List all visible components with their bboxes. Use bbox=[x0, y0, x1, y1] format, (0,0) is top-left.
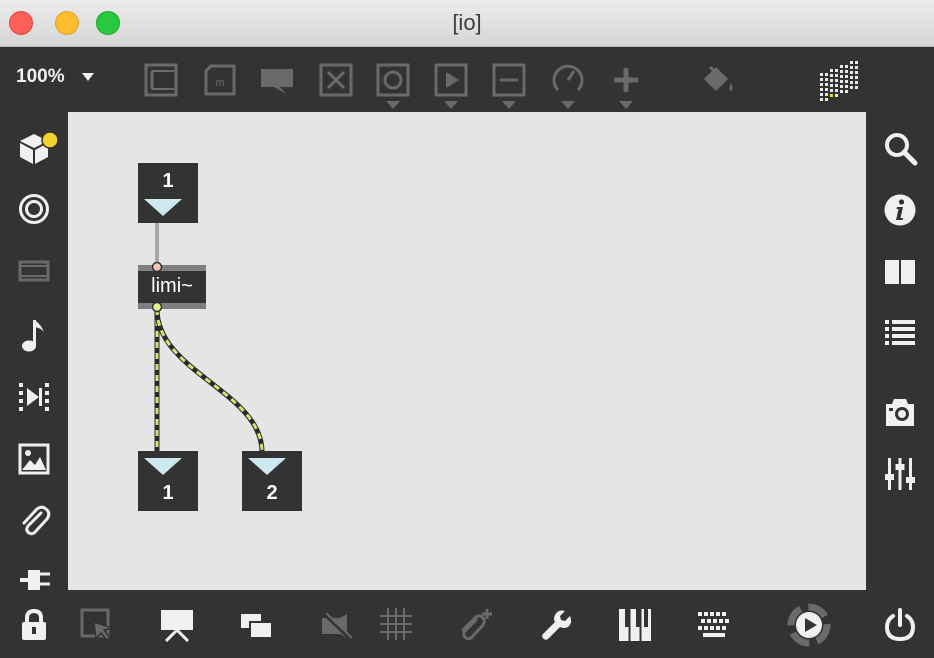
target-icon[interactable] bbox=[18, 193, 50, 225]
dial-icon[interactable] bbox=[550, 62, 586, 111]
toolbar: 100% m bbox=[0, 47, 934, 112]
limi-inlet-port bbox=[151, 261, 163, 273]
book-icon[interactable] bbox=[884, 258, 916, 286]
toggle-icon[interactable] bbox=[319, 63, 353, 97]
packages-icon[interactable] bbox=[18, 130, 60, 166]
keyboard-icon[interactable] bbox=[696, 610, 732, 640]
windows-icon[interactable] bbox=[240, 612, 274, 640]
music-note-icon[interactable] bbox=[20, 317, 48, 353]
wrench-icon[interactable] bbox=[540, 608, 574, 642]
outlet-2-label: 2 bbox=[266, 482, 278, 504]
limi-label: limi~ bbox=[151, 275, 193, 297]
mixer-icon[interactable] bbox=[884, 457, 916, 491]
film-strip-icon[interactable] bbox=[18, 258, 50, 284]
power-icon[interactable] bbox=[884, 608, 916, 642]
play-icon[interactable] bbox=[434, 63, 468, 111]
search-icon[interactable] bbox=[884, 132, 918, 166]
zoom-level[interactable]: 100% bbox=[16, 66, 65, 88]
step-play-icon[interactable] bbox=[18, 381, 50, 413]
message-box-icon[interactable]: m bbox=[203, 63, 237, 97]
title-bar: [io] bbox=[0, 0, 934, 47]
mute-icon[interactable] bbox=[320, 612, 354, 640]
paperclip-icon[interactable] bbox=[19, 503, 51, 537]
info-icon[interactable] bbox=[884, 194, 916, 226]
comment-icon[interactable] bbox=[260, 65, 294, 95]
outlet-1-label: 1 bbox=[162, 482, 174, 504]
piano-icon[interactable] bbox=[618, 608, 652, 642]
attach-icon[interactable] bbox=[458, 607, 494, 643]
slider-icon[interactable] bbox=[492, 63, 526, 111]
grid-display-icon[interactable] bbox=[818, 59, 862, 103]
audio-play-icon[interactable] bbox=[786, 602, 832, 648]
grid-icon[interactable] bbox=[380, 608, 412, 640]
svg-text:m: m bbox=[215, 74, 224, 89]
paint-bucket-icon[interactable] bbox=[700, 63, 736, 97]
patcher-canvas[interactable]: 1 limi~ 1 2 bbox=[68, 112, 866, 590]
presentation-icon[interactable] bbox=[160, 608, 194, 642]
image-icon[interactable] bbox=[18, 443, 50, 475]
signal-cord-2[interactable] bbox=[154, 308, 265, 453]
plug-icon[interactable] bbox=[18, 566, 52, 590]
lock-icon[interactable] bbox=[20, 608, 48, 642]
button-icon[interactable] bbox=[376, 63, 410, 111]
inlet-label: 1 bbox=[162, 170, 174, 192]
camera-icon[interactable] bbox=[884, 396, 916, 428]
limi-outlet-port bbox=[151, 301, 163, 313]
list-icon[interactable] bbox=[884, 318, 916, 350]
bottom-toolbar bbox=[0, 590, 934, 658]
presentation-view-icon[interactable] bbox=[144, 63, 178, 97]
edit-pointer-icon[interactable] bbox=[80, 608, 114, 642]
window-title: [io] bbox=[452, 10, 482, 35]
patcher-window: [io] 100% m 1 limi~ 1 2 bbox=[0, 0, 934, 658]
add-object-icon[interactable] bbox=[609, 65, 643, 111]
zoom-caret-icon[interactable] bbox=[82, 73, 94, 81]
